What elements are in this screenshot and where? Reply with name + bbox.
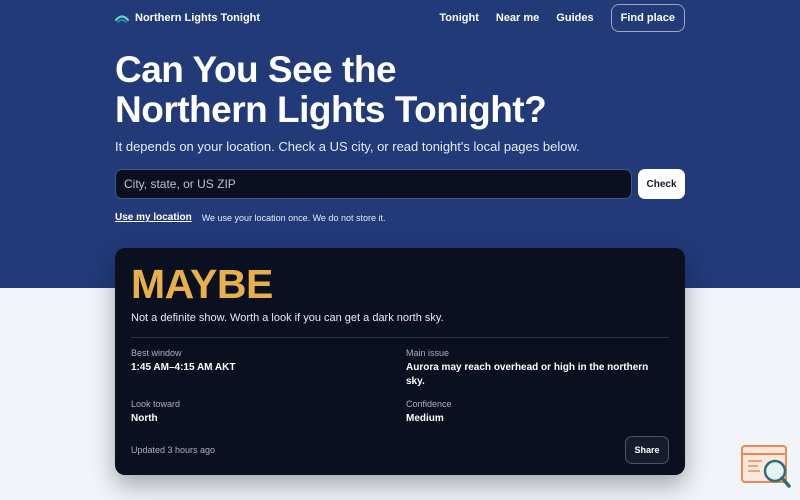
brand-name: Northern Lights Tonight (135, 12, 261, 24)
nav-link-tonight[interactable]: Tonight (439, 12, 479, 24)
best-window-value: 1:45 AM–4:15 AM AKT (131, 362, 236, 373)
main-issue-label: Main issue (406, 348, 450, 358)
verdict-text: MAYBE (131, 261, 273, 307)
location-privacy-note: We use your location once. We do not sto… (201, 212, 386, 223)
aurora-logo-icon (115, 15, 129, 23)
search-window-icon[interactable] (740, 443, 792, 491)
top-nav: Northern Lights Tonight Tonight Near me … (115, 4, 685, 32)
confidence-value: Medium (406, 413, 444, 424)
location-search-input[interactable] (115, 169, 632, 199)
find-place-button[interactable]: Find place (610, 4, 685, 32)
brand-link[interactable]: Northern Lights Tonight (115, 11, 260, 25)
nav-links: Tonight Near me Guides Find place (439, 4, 685, 32)
best-window-label: Best window (131, 348, 182, 358)
nav-link-guides[interactable]: Guides (556, 12, 593, 24)
use-my-location-link[interactable]: Use my location (115, 212, 192, 223)
title-line-1: Can You See the (115, 49, 397, 90)
confidence-label: Confidence (406, 399, 452, 409)
nav-link-near-me[interactable]: Near me (496, 12, 539, 24)
title-line-2: Northern Lights Tonight? (115, 89, 547, 130)
share-button[interactable]: Share (625, 436, 669, 464)
check-button[interactable]: Check (638, 169, 685, 199)
hero-subtitle: It depends on your location. Check a US … (115, 139, 580, 154)
verdict-description: Not a definite show. Worth a look if you… (131, 312, 444, 324)
card-divider (131, 337, 669, 338)
main-issue-value: Aurora may reach overhead or high in the… (406, 362, 649, 387)
look-toward-label: Look toward (131, 399, 181, 409)
forecast-card: MAYBE Not a definite show. Worth a look … (115, 248, 685, 475)
page-title: Can You See the Northern Lights Tonight? (115, 50, 675, 130)
location-row: Use my location We use your location onc… (115, 212, 385, 223)
updated-timestamp: Updated 3 hours ago (131, 445, 216, 455)
look-toward-value: North (131, 413, 158, 424)
